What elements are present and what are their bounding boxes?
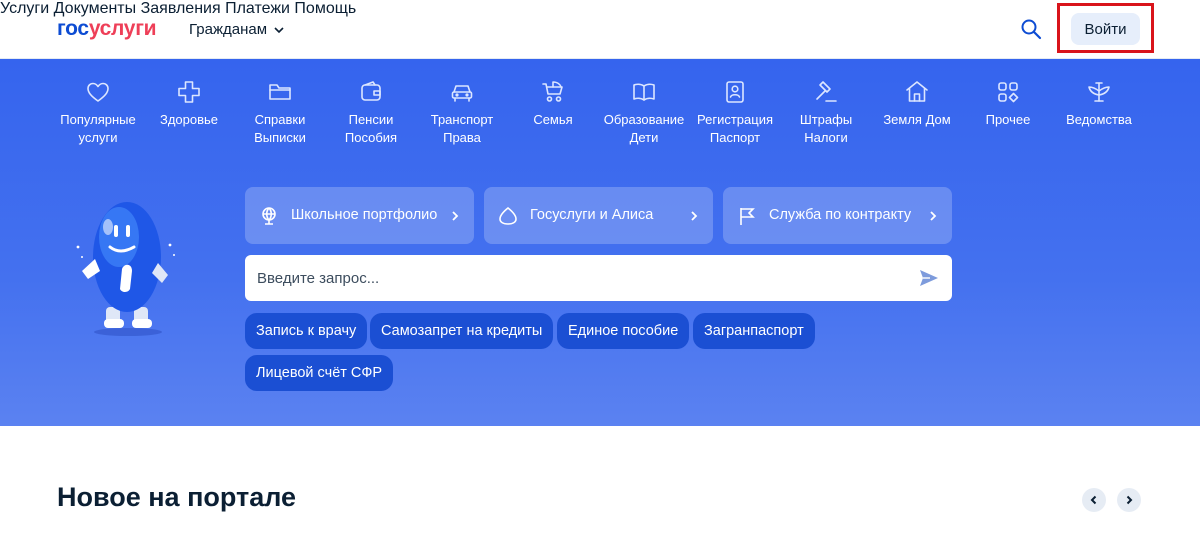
search-bar bbox=[245, 255, 952, 301]
main-nav: Услуги Документы Заявления Платежи Помощ… bbox=[0, 0, 1200, 18]
category-health[interactable]: Здоровье bbox=[143, 79, 235, 129]
promo-gosuslugi-alice[interactable]: Госуслуги и Алиса bbox=[484, 187, 713, 244]
login-button[interactable]: Войти bbox=[1071, 13, 1140, 45]
category-popular[interactable]: Популярные услуги bbox=[52, 79, 144, 147]
chip-unified-allowance[interactable]: Единое пособие bbox=[557, 313, 690, 349]
emblem-icon bbox=[1088, 82, 1110, 102]
grid-icon bbox=[998, 82, 1019, 103]
gavel-icon bbox=[816, 81, 837, 102]
gosuslugi-logo[interactable]: госуслуги bbox=[57, 17, 157, 41]
chevron-right-icon bbox=[1126, 495, 1133, 505]
site-header: госуслуги Гражданам Услуги Документы Зая… bbox=[0, 0, 1200, 59]
chip-sfr-personal-account[interactable]: Лицевой счёт СФР bbox=[245, 355, 394, 391]
alice-icon bbox=[499, 206, 517, 225]
category-fines[interactable]: Штрафы Налоги bbox=[780, 79, 872, 147]
promo-contract-service[interactable]: Служба по контракту bbox=[723, 187, 952, 244]
flag-icon bbox=[740, 207, 755, 225]
car-icon bbox=[451, 85, 473, 102]
chevron-right-icon bbox=[691, 210, 698, 221]
section-title: Новое на портале bbox=[57, 482, 297, 512]
nav-applications[interactable]: Заявления bbox=[141, 0, 221, 17]
category-transport[interactable]: Транспорт Права bbox=[416, 79, 508, 147]
stroller-icon bbox=[542, 81, 563, 102]
chevron-right-icon bbox=[452, 210, 459, 221]
book-icon bbox=[633, 83, 655, 101]
chip-international-passport[interactable]: Загранпаспорт bbox=[693, 313, 815, 349]
folder-icon bbox=[269, 84, 291, 100]
house-icon bbox=[906, 81, 928, 102]
carousel-prev-button[interactable] bbox=[1082, 488, 1106, 512]
nav-help[interactable]: Помощь bbox=[294, 0, 356, 17]
category-land-house[interactable]: Земля Дом bbox=[871, 79, 963, 129]
search-input[interactable] bbox=[257, 269, 918, 287]
audience-label: Гражданам bbox=[189, 21, 268, 38]
category-certificates[interactable]: Справки Выписки bbox=[234, 79, 326, 147]
search-icon[interactable] bbox=[1020, 18, 1042, 40]
chevron-down-icon bbox=[274, 26, 284, 33]
hero-banner: Популярные услуги Здоровье Справки Выпис… bbox=[0, 59, 1200, 426]
wallet-icon bbox=[361, 81, 381, 101]
send-icon[interactable] bbox=[918, 267, 940, 289]
chip-doctor-appointment[interactable]: Запись к врачу bbox=[245, 313, 368, 349]
chevron-left-icon bbox=[1090, 495, 1097, 505]
nav-services[interactable]: Услуги bbox=[0, 0, 49, 17]
nav-payments[interactable]: Платежи bbox=[225, 0, 290, 17]
passport-icon bbox=[726, 81, 744, 103]
nav-documents[interactable]: Документы bbox=[54, 0, 136, 17]
category-registration[interactable]: Регистрация Паспорт bbox=[689, 79, 781, 147]
chevron-right-icon bbox=[930, 210, 937, 221]
plus-cross-icon bbox=[178, 81, 200, 103]
heart-icon bbox=[87, 82, 109, 102]
audience-dropdown[interactable]: Гражданам bbox=[189, 21, 285, 38]
category-other[interactable]: Прочее bbox=[962, 79, 1054, 129]
carousel-next-button[interactable] bbox=[1117, 488, 1141, 512]
mascot-illustration bbox=[76, 202, 175, 336]
chip-credit-self-ban[interactable]: Самозапрет на кредиты bbox=[370, 313, 554, 349]
globe-icon bbox=[262, 206, 276, 225]
category-pensions[interactable]: Пенсии Пособия bbox=[325, 79, 417, 147]
category-agencies[interactable]: Ведомства bbox=[1053, 79, 1145, 129]
category-family[interactable]: Семья bbox=[507, 79, 599, 129]
promo-school-portfolio[interactable]: Школьное портфолио bbox=[245, 187, 474, 244]
category-education[interactable]: Образование Дети bbox=[598, 79, 690, 147]
